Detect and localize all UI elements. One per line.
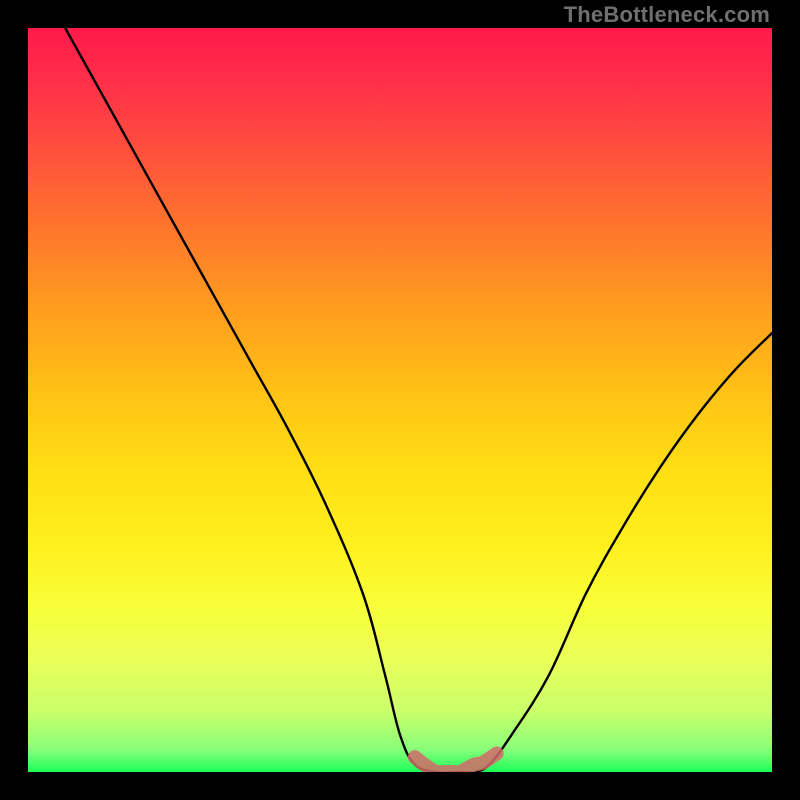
- chart-container: TheBottleneck.com: [0, 0, 800, 800]
- curve-layer: [28, 28, 772, 772]
- plot-area: [28, 28, 772, 772]
- watermark-text: TheBottleneck.com: [564, 2, 770, 28]
- optimal-zone-curve: [415, 753, 497, 772]
- bottleneck-curve: [65, 28, 772, 772]
